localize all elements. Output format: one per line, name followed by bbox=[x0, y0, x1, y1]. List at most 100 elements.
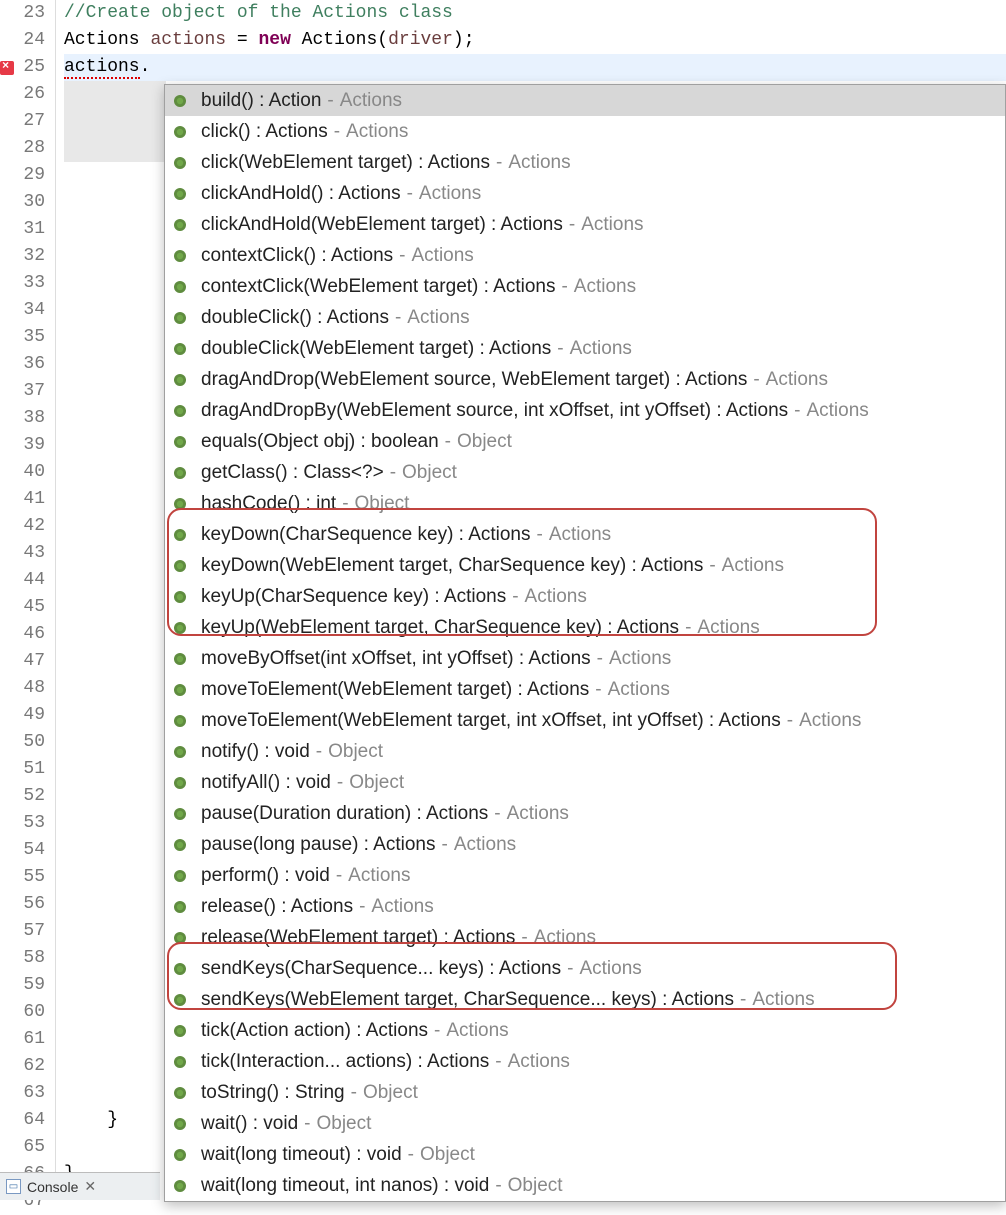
method-icon-wrap bbox=[173, 218, 191, 232]
autocomplete-source: Object bbox=[316, 1113, 371, 1135]
code-line-25-current[interactable]: actions. bbox=[64, 54, 1006, 81]
autocomplete-item[interactable]: moveByOffset(int xOffset, int yOffset) :… bbox=[165, 643, 1005, 674]
method-icon-wrap bbox=[173, 1148, 191, 1162]
autocomplete-signature: keyUp(WebElement target, CharSequence ke… bbox=[201, 617, 679, 639]
close-icon[interactable]: ✕ bbox=[84, 1178, 96, 1195]
autocomplete-item[interactable]: release(WebElement target) : Actions - A… bbox=[165, 922, 1005, 953]
method-icon-wrap bbox=[173, 280, 191, 294]
line-number: 26 bbox=[0, 81, 45, 108]
autocomplete-item[interactable]: sendKeys(CharSequence... keys) : Actions… bbox=[165, 953, 1005, 984]
line-number: 60 bbox=[0, 999, 45, 1026]
autocomplete-source: Actions bbox=[412, 245, 474, 267]
autocomplete-item[interactable]: moveToElement(WebElement target, int xOf… bbox=[165, 705, 1005, 736]
autocomplete-item[interactable]: keyUp(CharSequence key) : Actions - Acti… bbox=[165, 581, 1005, 612]
method-icon bbox=[173, 94, 187, 108]
method-icon-wrap bbox=[173, 621, 191, 635]
line-number: 42 bbox=[0, 513, 45, 540]
line-number: 27 bbox=[0, 108, 45, 135]
autocomplete-item[interactable]: click() : Actions - Actions bbox=[165, 116, 1005, 147]
autocomplete-item[interactable]: pause(Duration duration) : Actions - Act… bbox=[165, 798, 1005, 829]
code-editor[interactable]: 2324252627282930313233343536373839404142… bbox=[0, 0, 1006, 1200]
autocomplete-source: Actions bbox=[608, 679, 670, 701]
autocomplete-item[interactable]: release() : Actions - Actions bbox=[165, 891, 1005, 922]
method-icon bbox=[173, 466, 187, 480]
autocomplete-item[interactable]: notifyAll() : void - Object bbox=[165, 767, 1005, 798]
autocomplete-signature: build() : Action bbox=[201, 90, 321, 112]
autocomplete-popup[interactable]: build() : Action - Actionsclick() : Acti… bbox=[164, 84, 1006, 1202]
autocomplete-source: Actions bbox=[570, 338, 632, 360]
console-tab[interactable]: Console ✕ bbox=[0, 1172, 160, 1200]
autocomplete-item[interactable]: keyUp(WebElement target, CharSequence ke… bbox=[165, 612, 1005, 643]
autocomplete-item[interactable]: tick(Action action) : Actions - Actions bbox=[165, 1015, 1005, 1046]
autocomplete-item[interactable]: clickAndHold() : Actions - Actions bbox=[165, 178, 1005, 209]
autocomplete-signature: tick(Interaction... actions) : Actions bbox=[201, 1051, 489, 1073]
autocomplete-item[interactable]: perform() : void - Actions bbox=[165, 860, 1005, 891]
method-icon-wrap bbox=[173, 1024, 191, 1038]
autocomplete-item[interactable]: wait(long timeout) : void - Object bbox=[165, 1139, 1005, 1170]
autocomplete-signature: pause(long pause) : Actions bbox=[201, 834, 436, 856]
method-icon bbox=[173, 869, 187, 883]
method-icon-wrap bbox=[173, 807, 191, 821]
line-number: 25 bbox=[0, 54, 45, 81]
autocomplete-item[interactable]: wait() : void - Object bbox=[165, 1108, 1005, 1139]
autocomplete-source: Actions bbox=[806, 400, 868, 422]
autocomplete-signature: clickAndHold() : Actions bbox=[201, 183, 401, 205]
autocomplete-item[interactable]: click(WebElement target) : Actions - Act… bbox=[165, 147, 1005, 178]
autocomplete-signature: moveToElement(WebElement target, int xOf… bbox=[201, 710, 781, 732]
autocomplete-source: Actions bbox=[579, 958, 641, 980]
method-icon-wrap bbox=[173, 404, 191, 418]
line-number: 36 bbox=[0, 351, 45, 378]
autocomplete-signature: hashCode() : int bbox=[201, 493, 336, 515]
code-line-23[interactable]: //Create object of the Actions class bbox=[64, 0, 1006, 27]
autocomplete-item[interactable]: contextClick(WebElement target) : Action… bbox=[165, 271, 1005, 302]
autocomplete-signature: getClass() : Class<?> bbox=[201, 462, 384, 484]
autocomplete-signature: dragAndDrop(WebElement source, WebElemen… bbox=[201, 369, 747, 391]
autocomplete-item[interactable]: sendKeys(WebElement target, CharSequence… bbox=[165, 984, 1005, 1015]
method-icon bbox=[173, 311, 187, 325]
method-icon bbox=[173, 1086, 187, 1100]
autocomplete-item[interactable]: dragAndDrop(WebElement source, WebElemen… bbox=[165, 364, 1005, 395]
method-icon bbox=[173, 218, 187, 232]
autocomplete-item[interactable]: keyDown(WebElement target, CharSequence … bbox=[165, 550, 1005, 581]
autocomplete-source: Actions bbox=[446, 1020, 508, 1042]
autocomplete-item[interactable]: contextClick() : Actions - Actions bbox=[165, 240, 1005, 271]
autocomplete-item[interactable]: keyDown(CharSequence key) : Actions - Ac… bbox=[165, 519, 1005, 550]
autocomplete-signature: tick(Action action) : Actions bbox=[201, 1020, 428, 1042]
method-icon-wrap bbox=[173, 714, 191, 728]
autocomplete-item[interactable]: wait(long timeout, int nanos) : void - O… bbox=[165, 1170, 1005, 1201]
autocomplete-item[interactable]: build() : Action - Actions bbox=[165, 85, 1005, 116]
method-icon bbox=[173, 497, 187, 511]
autocomplete-item[interactable]: hashCode() : int - Object bbox=[165, 488, 1005, 519]
autocomplete-item[interactable]: pause(long pause) : Actions - Actions bbox=[165, 829, 1005, 860]
line-number: 38 bbox=[0, 405, 45, 432]
autocomplete-source: Actions bbox=[799, 710, 861, 732]
autocomplete-item[interactable]: moveToElement(WebElement target) : Actio… bbox=[165, 674, 1005, 705]
autocomplete-signature: contextClick(WebElement target) : Action… bbox=[201, 276, 555, 298]
autocomplete-item[interactable]: doubleClick() : Actions - Actions bbox=[165, 302, 1005, 333]
line-number: 43 bbox=[0, 540, 45, 567]
method-icon bbox=[173, 1055, 187, 1069]
line-number: 39 bbox=[0, 432, 45, 459]
code-line-24[interactable]: Actions actions = new Actions(driver); bbox=[64, 27, 1006, 54]
line-number: 49 bbox=[0, 702, 45, 729]
autocomplete-item[interactable]: notify() : void - Object bbox=[165, 736, 1005, 767]
autocomplete-source: Actions bbox=[766, 369, 828, 391]
autocomplete-signature: doubleClick(WebElement target) : Actions bbox=[201, 338, 551, 360]
autocomplete-item[interactable]: toString() : String - Object bbox=[165, 1077, 1005, 1108]
autocomplete-source: Object bbox=[508, 1175, 563, 1197]
autocomplete-source: Actions bbox=[574, 276, 636, 298]
autocomplete-item[interactable]: clickAndHold(WebElement target) : Action… bbox=[165, 209, 1005, 240]
method-icon-wrap bbox=[173, 528, 191, 542]
autocomplete-signature: clickAndHold(WebElement target) : Action… bbox=[201, 214, 563, 236]
method-icon bbox=[173, 125, 187, 139]
autocomplete-item[interactable]: dragAndDropBy(WebElement source, int xOf… bbox=[165, 395, 1005, 426]
line-number: 65 bbox=[0, 1134, 45, 1161]
autocomplete-source: Actions bbox=[752, 989, 814, 1011]
method-icon bbox=[173, 776, 187, 790]
autocomplete-item[interactable]: equals(Object obj) : boolean - Object bbox=[165, 426, 1005, 457]
autocomplete-item[interactable]: doubleClick(WebElement target) : Actions… bbox=[165, 333, 1005, 364]
line-number: 59 bbox=[0, 972, 45, 999]
autocomplete-item[interactable]: tick(Interaction... actions) : Actions -… bbox=[165, 1046, 1005, 1077]
autocomplete-item[interactable]: getClass() : Class<?> - Object bbox=[165, 457, 1005, 488]
method-icon bbox=[173, 249, 187, 263]
